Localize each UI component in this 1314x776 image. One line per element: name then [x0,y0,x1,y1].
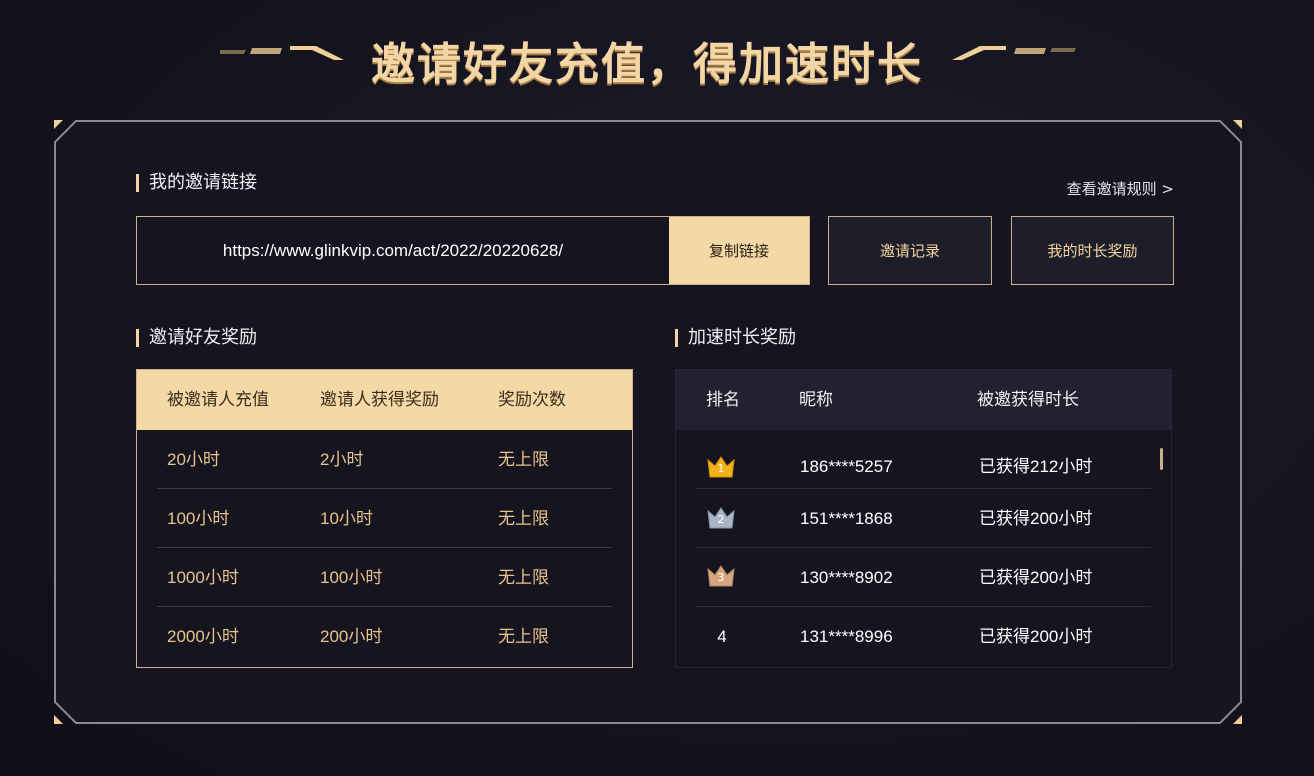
table-row: 2000小时 200小时 无上限 [157,607,612,666]
cell-times: 无上限 [498,627,549,646]
cell-reward: 10小时 [320,509,373,528]
cell-reward: 2小时 [320,450,364,469]
section-title-invite-rewards: 邀请好友奖励 [136,327,257,349]
rank-number: 2 [717,513,725,526]
cell-recharge: 1000小时 [167,568,239,587]
bronze-crown-icon: 3 [706,563,736,589]
invite-rewards-table: 被邀请人充值 邀请人获得奖励 奖励次数 20小时 2小时 无上限 100小时 1… [136,369,633,668]
cell-recharge: 2000小时 [167,627,239,646]
invite-records-button[interactable]: 邀请记录 [828,216,992,285]
ranking-table: 排名 昵称 被邀获得时长 1 186****5257 已获得212小时 2 15… [675,369,1172,668]
cell-times: 无上限 [498,509,549,528]
copy-link-button[interactable]: 复制链接 [669,217,809,284]
table-row: 100小时 10小时 无上限 [157,489,612,548]
cell-times: 无上限 [498,568,549,587]
cell-reward: 200小时 [320,627,383,646]
cell-duration: 已获得200小时 [979,627,1093,646]
section-title-invite-link: 我的邀请链接 [136,172,257,194]
header-duration: 被邀获得时长 [977,390,1079,410]
cell-nickname: 131****8996 [800,627,893,646]
invite-url[interactable]: https://www.glinkvip.com/act/2022/202206… [137,217,669,284]
title-row: 邀请好友充值，得加速时长 [0,22,1314,90]
table-header: 被邀请人充值 邀请人获得奖励 奖励次数 [137,370,632,430]
rank-number: 3 [717,571,725,584]
cell-recharge: 100小时 [167,509,230,528]
page-title: 邀请好友充值，得加速时长 [371,39,923,90]
cell-rank: 4 [717,627,727,646]
my-duration-rewards-button[interactable]: 我的时长奖励 [1011,216,1174,285]
ranking-list[interactable]: 1 186****5257 已获得212小时 2 151****1868 已获得… [676,430,1171,666]
header-times: 奖励次数 [498,390,566,410]
cell-nickname: 130****8902 [800,568,893,587]
header-recharge: 被邀请人充值 [167,390,269,410]
header-reward: 邀请人获得奖励 [320,390,439,410]
silver-crown-icon: 2 [706,505,736,531]
cell-duration: 已获得200小时 [979,568,1093,587]
cell-times: 无上限 [498,450,549,469]
main-panel: 我的邀请链接 查看邀请规则 > https://www.glinkvip.com… [54,120,1242,724]
table-row: 3 130****8902 已获得200小时 [696,548,1151,607]
table-row: 2 151****1868 已获得200小时 [696,489,1151,548]
table-row: 1000小时 100小时 无上限 [157,548,612,607]
title-decoration-right-icon [950,40,1076,62]
table-row: 4 131****8996 已获得200小时 [696,607,1151,666]
header-rank: 排名 [706,390,740,410]
cell-recharge: 20小时 [167,450,220,469]
invite-link-box: https://www.glinkvip.com/act/2022/202206… [136,216,810,285]
cell-duration: 已获得200小时 [979,509,1093,528]
gold-crown-icon: 1 [706,454,736,480]
cell-nickname: 151****1868 [800,509,893,528]
table-row: 20小时 2小时 无上限 [157,430,612,489]
table-header: 排名 昵称 被邀获得时长 [676,370,1171,430]
view-rules-link[interactable]: 查看邀请规则 > [1067,178,1174,199]
section-title-ranking: 加速时长奖励 [675,327,796,349]
ranking-scrollbar[interactable] [1160,448,1163,470]
cell-reward: 100小时 [320,568,383,587]
header-nickname: 昵称 [799,390,833,410]
table-row: 1 186****5257 已获得212小时 [696,430,1151,489]
rank-number: 1 [717,462,725,475]
